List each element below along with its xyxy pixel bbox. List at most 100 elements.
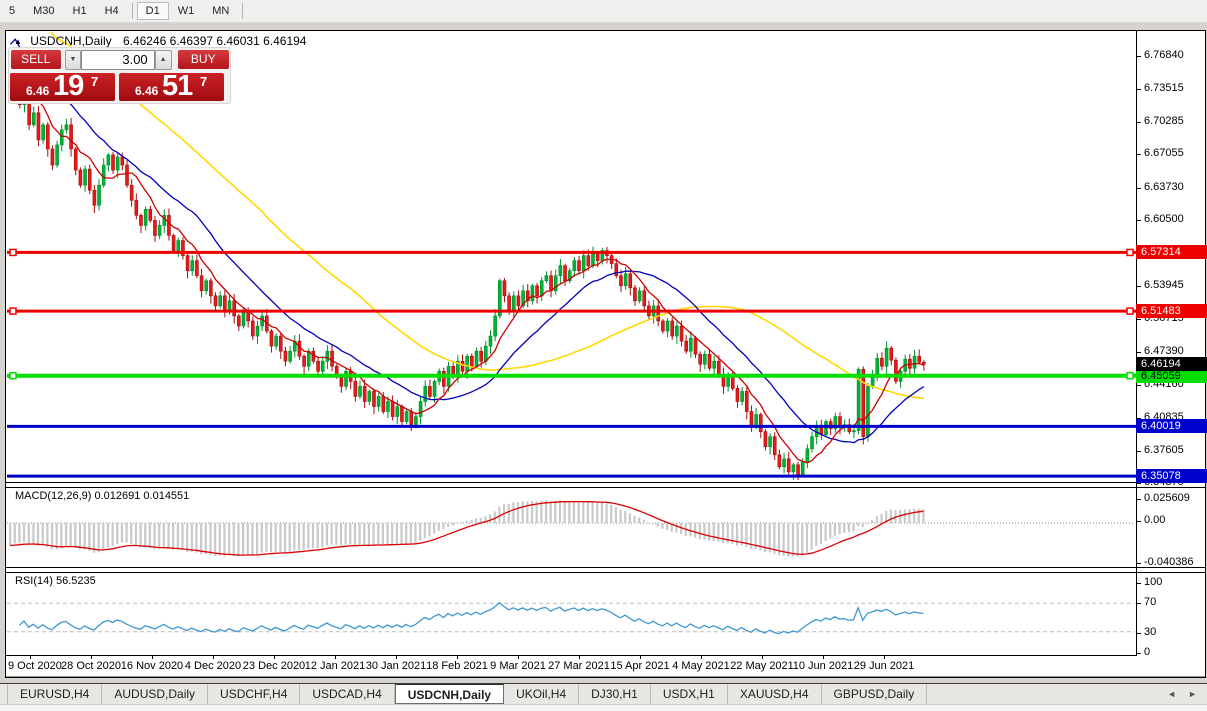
tab-gbpusd-daily[interactable]: GBPUSD,Daily: [822, 684, 928, 704]
tabs-scroll-right-icon[interactable]: ►: [1188, 689, 1197, 699]
time-axis-tick: [152, 656, 153, 659]
time-axis-tick: [640, 656, 641, 659]
price-axis-tick: [1136, 451, 1141, 452]
time-axis-date: 29 Jun 2021: [849, 660, 919, 672]
time-axis-date: 9 Mar 2021: [483, 660, 553, 672]
tab-usdchf-h4[interactable]: USDCHF,H4: [208, 684, 300, 704]
sell-price-tile[interactable]: 6.46 19 7: [10, 73, 115, 101]
level-price-label: 6.45059: [1136, 369, 1207, 383]
time-axis-date: 12 Jan 2021: [300, 660, 370, 672]
price-axis-tick: [1136, 483, 1141, 484]
time-axis-tick: [884, 656, 885, 659]
collapse-icon[interactable]: ▲: [14, 37, 22, 46]
time-axis-date: 30 Jan 2021: [361, 660, 431, 672]
buy-price-tile[interactable]: 6.46 51 7: [119, 73, 224, 101]
volume-input[interactable]: 3.00: [81, 50, 154, 70]
macd-axis-tick: [1136, 499, 1141, 500]
time-axis-tick: [91, 656, 92, 659]
tab-xauusd-h4[interactable]: XAUUSD,H4: [728, 684, 822, 704]
tab-usdx-h1[interactable]: USDX,H1: [651, 684, 728, 704]
price-axis-tick: [1136, 385, 1141, 386]
time-axis-tick: [762, 656, 763, 659]
macd-indicator-label: MACD(12,26,9) 0.012691 0.014551: [15, 490, 189, 502]
time-axis-tick: [518, 656, 519, 659]
tab-usdcnh-daily[interactable]: USDCNH,Daily: [395, 684, 504, 704]
buy-button[interactable]: BUY: [178, 50, 229, 69]
price-axis-tick: [1136, 188, 1141, 189]
rsi-axis-tick: [1136, 653, 1141, 654]
toolbar-separator: [242, 3, 243, 19]
buy-price-base: 6.46: [135, 84, 158, 98]
rsi-axis-tick: [1136, 583, 1141, 584]
level-price-label: 6.40019: [1136, 419, 1207, 433]
timeframe-toolbar: 5 M30 H1 H4 D1 W1 MN: [0, 0, 1207, 23]
buy-price-point: 7: [200, 74, 207, 89]
level-price-label: 6.35078: [1136, 469, 1207, 483]
trade-panel-price-row: 6.46 19 7 6.46 51 7: [10, 73, 229, 101]
pane-splitter[interactable]: [6, 572, 1205, 573]
time-axis-date: 16 Nov 2020: [117, 660, 187, 672]
time-axis-tick: [457, 656, 458, 659]
price-axis-value: 6.60500: [1144, 213, 1184, 225]
sell-button[interactable]: SELL: [11, 50, 61, 69]
price-axis-value: 6.76840: [1144, 49, 1184, 61]
rsi-axis-value: 0: [1144, 646, 1150, 658]
price-axis-tick: [1136, 352, 1141, 353]
trade-panel-top-row: SELL ▼ 3.00 ▲ BUY: [10, 49, 229, 70]
time-axis-line: [6, 655, 1137, 656]
timeframe-d1[interactable]: D1: [137, 2, 169, 20]
macd-axis-tick: [1136, 563, 1141, 564]
macd-axis-tick: [1136, 521, 1141, 522]
pane-splitter[interactable]: [6, 567, 1205, 568]
timeframe-h1[interactable]: H1: [64, 2, 96, 20]
timeframe-h4[interactable]: H4: [96, 2, 128, 20]
time-axis-date: 4 May 2021: [666, 660, 736, 672]
timeframe-m5[interactable]: 5: [0, 2, 24, 20]
time-axis-tick: [30, 656, 31, 659]
tab-ukoil-h4[interactable]: UKOil,H4: [504, 684, 579, 704]
window-bottom-border: [6, 676, 1205, 677]
price-axis-value: 6.67055: [1144, 147, 1184, 159]
time-axis-date: 18 Feb 2021: [422, 660, 492, 672]
timeframe-mn[interactable]: MN: [203, 2, 238, 20]
price-axis-value: 6.37605: [1144, 444, 1184, 456]
tab-usdcad-h4[interactable]: USDCAD,H4: [300, 684, 394, 704]
tab-audusd-daily[interactable]: AUDUSD,Daily: [102, 684, 208, 704]
time-axis-date: 22 May 2021: [727, 660, 797, 672]
price-axis-tick: [1136, 220, 1141, 221]
tabs-scroll-left-icon[interactable]: ◄: [1167, 689, 1176, 699]
rsi-pane-canvas: [7, 573, 1136, 655]
volume-increase-icon[interactable]: ▲: [155, 50, 172, 70]
time-axis-tick: [579, 656, 580, 659]
tab-dj30-h1[interactable]: DJ30,H1: [579, 684, 651, 704]
rsi-axis-value: 30: [1144, 626, 1156, 638]
rsi-axis-value: 100: [1144, 576, 1162, 588]
time-axis-date: 15 Apr 2021: [605, 660, 675, 672]
chart-symbol-title: USDCNH,Daily: [30, 34, 111, 48]
chart-window: ▲ USDCNH,Daily 6.46246 6.46397 6.46031 6…: [5, 30, 1206, 678]
level-price-label: 6.51483: [1136, 304, 1207, 318]
time-axis-tick: [213, 656, 214, 659]
pane-splitter[interactable]: [6, 487, 1205, 488]
rsi-indicator-label: RSI(14) 56.5235: [15, 575, 96, 587]
time-axis-date: 4 Dec 2020: [178, 660, 248, 672]
timeframe-w1[interactable]: W1: [169, 2, 204, 20]
time-axis-tick: [335, 656, 336, 659]
price-axis-value: 6.70285: [1144, 115, 1184, 127]
price-axis-tick: [1136, 89, 1141, 90]
tab-eurusd-h4[interactable]: EURUSD,H4: [7, 684, 102, 704]
rsi-axis-tick: [1136, 603, 1141, 604]
time-axis-date: 27 Mar 2021: [544, 660, 614, 672]
price-axis-tick: [1136, 154, 1141, 155]
time-axis-tick: [274, 656, 275, 659]
volume-decrease-icon[interactable]: ▼: [65, 50, 82, 70]
sell-price-base: 6.46: [26, 84, 49, 98]
price-axis-tick: [1136, 56, 1141, 57]
pane-splitter[interactable]: [6, 482, 1205, 483]
timeframe-m30[interactable]: M30: [24, 2, 63, 20]
price-axis-tick: [1136, 286, 1141, 287]
macd-axis-value: 0.025609: [1144, 492, 1190, 504]
price-axis-value: 6.73515: [1144, 82, 1184, 94]
buy-price-pips: 51: [162, 70, 192, 103]
macd-axis-value: 0.00: [1144, 514, 1165, 526]
